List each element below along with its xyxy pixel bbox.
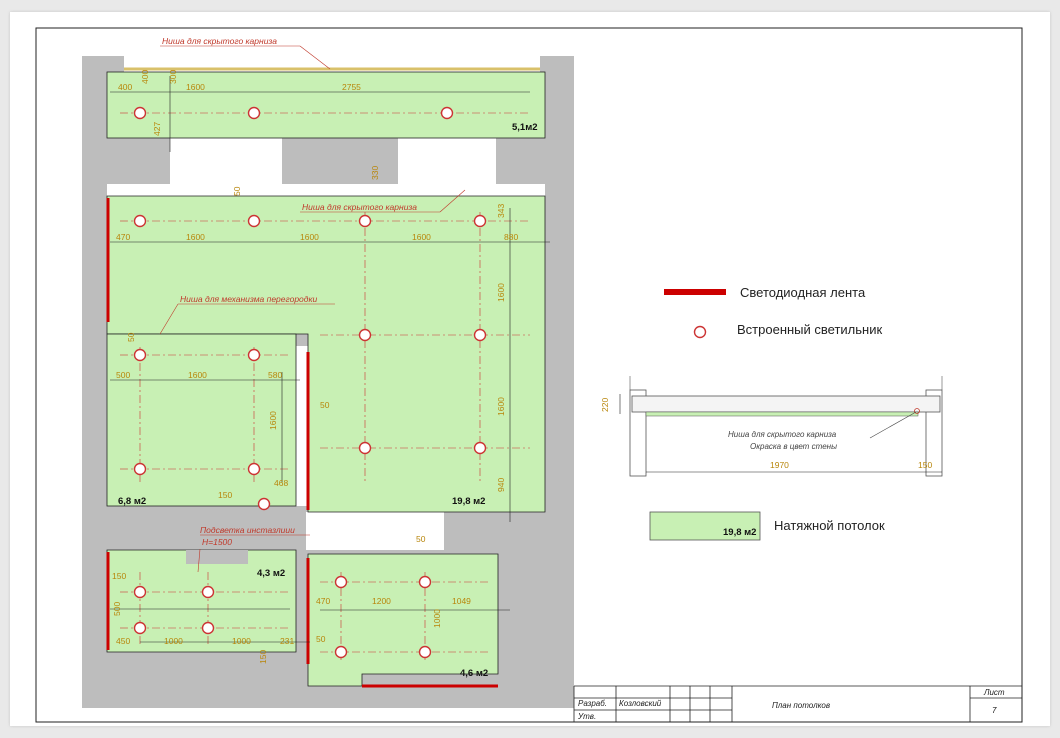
light-icon bbox=[257, 497, 271, 511]
light-icon bbox=[247, 348, 261, 362]
dim: 1049 bbox=[452, 596, 471, 606]
dim: 2755 bbox=[342, 82, 361, 92]
dim: 1200 bbox=[372, 596, 391, 606]
ceiling-plan-drawing: Ниша для скрытого карниза Ниша для скрыт… bbox=[35, 27, 1023, 723]
zone-bottom-right bbox=[307, 553, 499, 687]
light-icon bbox=[358, 328, 372, 342]
section-note-niche: Ниша для скрытого карниза bbox=[728, 430, 837, 439]
bl-wall-notch bbox=[186, 550, 248, 564]
area-big: 19,8 м2 bbox=[452, 496, 485, 507]
dim: 150 bbox=[258, 650, 268, 664]
dim: 400 bbox=[140, 70, 150, 84]
section-note-paint: Окраска в цвет стены bbox=[750, 442, 837, 451]
dim: 1000 bbox=[432, 609, 442, 628]
dim: 500 bbox=[112, 602, 122, 616]
dim: 300 bbox=[168, 70, 178, 84]
light-icon bbox=[418, 645, 432, 659]
section-height-dim: 220 bbox=[600, 398, 610, 412]
dim: 50 bbox=[320, 400, 330, 410]
ceiling-legend-label: Натяжной потолок bbox=[774, 518, 885, 533]
dim: 1600 bbox=[496, 283, 506, 302]
light-icon bbox=[334, 645, 348, 659]
dim: 450 bbox=[116, 636, 130, 646]
note-niche-top: Ниша для скрытого карниза bbox=[162, 36, 277, 46]
area-top: 5,1м2 bbox=[512, 122, 538, 133]
dim: 1600 bbox=[186, 82, 205, 92]
light-icon bbox=[418, 575, 432, 589]
light-icon bbox=[247, 106, 261, 120]
light-icon bbox=[133, 106, 147, 120]
niche-strip bbox=[107, 184, 545, 196]
dim: 940 bbox=[496, 478, 506, 492]
note-partition: Ниша для механизма перегородки bbox=[180, 294, 317, 304]
section-offset-dim: 150 bbox=[918, 460, 932, 470]
light-icon bbox=[358, 214, 372, 228]
section-width-dim: 1970 bbox=[770, 460, 789, 470]
dim: 1600 bbox=[186, 232, 205, 242]
led-legend-swatch bbox=[664, 289, 726, 295]
light-icon bbox=[201, 621, 215, 635]
area-bottom-right: 4,6 м2 bbox=[460, 668, 488, 679]
light-icon bbox=[473, 214, 487, 228]
light-icon bbox=[133, 585, 147, 599]
dim: 150 bbox=[112, 571, 126, 581]
light-icon bbox=[440, 106, 454, 120]
dim: 500 bbox=[116, 370, 130, 380]
led-legend-label: Светодиодная лента bbox=[740, 285, 866, 300]
note-niche-mid: Ниша для скрытого карниза bbox=[302, 202, 417, 212]
dim: 580 bbox=[268, 370, 282, 380]
dim: 1000 bbox=[232, 636, 251, 646]
light-icon bbox=[334, 575, 348, 589]
ceiling-legend-area: 19,8 м2 bbox=[723, 527, 756, 538]
dim: 50 bbox=[416, 534, 426, 544]
light-icon bbox=[133, 214, 147, 228]
light-icon bbox=[247, 214, 261, 228]
light-legend-label: Встроенный светильник bbox=[737, 322, 882, 337]
tb-developer-label: Разраб. bbox=[578, 699, 607, 708]
light-icon bbox=[473, 441, 487, 455]
light-icon bbox=[133, 348, 147, 362]
zone-bottom-left bbox=[106, 549, 297, 653]
dim: 468 bbox=[274, 478, 288, 488]
tb-sheet-label: Лист bbox=[983, 688, 1005, 697]
dim: 880 bbox=[504, 232, 518, 242]
light-icon bbox=[133, 621, 147, 635]
partition-gap bbox=[296, 346, 308, 506]
dim: 150 bbox=[218, 490, 232, 500]
tb-developer-name: Козловский bbox=[619, 699, 662, 708]
light-icon bbox=[358, 441, 372, 455]
area-bottom-left: 4,3 м2 bbox=[257, 568, 285, 579]
light-legend-icon bbox=[693, 325, 707, 339]
note-install-height: Н=1500 bbox=[202, 537, 232, 547]
light-icon bbox=[133, 462, 147, 476]
dim: 50 bbox=[126, 332, 136, 342]
dim: 1600 bbox=[268, 411, 278, 430]
tb-sheet-title: План потолков bbox=[772, 701, 830, 710]
light-icon bbox=[247, 462, 261, 476]
dim: 50 bbox=[316, 634, 326, 644]
dim: 1600 bbox=[496, 397, 506, 416]
opening bbox=[398, 138, 496, 186]
opening bbox=[170, 138, 282, 186]
dim: 470 bbox=[116, 232, 130, 242]
tb-approved-label: Утв. bbox=[577, 712, 596, 721]
area-left: 6,8 м2 bbox=[118, 496, 146, 507]
dim: 343 bbox=[496, 204, 506, 218]
dim: 427 bbox=[152, 122, 162, 136]
dim: 1000 bbox=[164, 636, 183, 646]
dim: 1600 bbox=[188, 370, 207, 380]
dim: 400 bbox=[118, 82, 132, 92]
dim: 50 bbox=[232, 186, 242, 196]
tb-sheet-number: 7 bbox=[992, 706, 997, 715]
note-install-light: Подсветка инстазлиии bbox=[200, 525, 295, 535]
dim: 330 bbox=[370, 166, 380, 180]
opening bbox=[306, 512, 444, 550]
drawing-sheet: Ниша для скрытого карниза Ниша для скрыт… bbox=[10, 12, 1050, 726]
light-icon bbox=[473, 328, 487, 342]
dim: 470 bbox=[316, 596, 330, 606]
dim: 1600 bbox=[412, 232, 431, 242]
dim: 231 bbox=[280, 636, 294, 646]
dim: 1600 bbox=[300, 232, 319, 242]
light-icon bbox=[201, 585, 215, 599]
